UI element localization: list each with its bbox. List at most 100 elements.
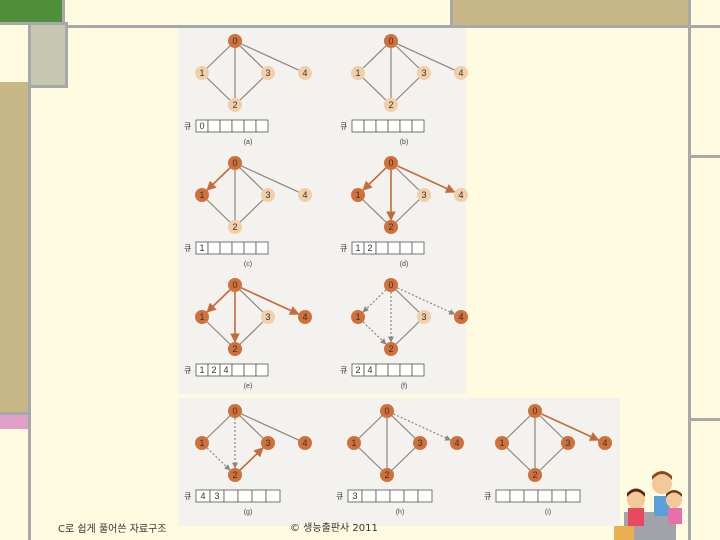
node-label-1: 1	[499, 438, 504, 448]
node-label-1: 1	[355, 68, 360, 78]
edge-0-4	[397, 165, 456, 193]
edge-0-1	[362, 45, 387, 69]
queue-cell	[411, 363, 425, 377]
edge-1-2	[362, 321, 387, 345]
queue-cell	[417, 489, 433, 503]
node-label-0: 0	[384, 406, 389, 416]
queue-cell	[265, 489, 281, 503]
queue-cell	[387, 241, 401, 255]
edge-0-4	[397, 287, 456, 315]
node-label-4: 4	[302, 438, 307, 448]
queue-cell	[231, 241, 245, 255]
edge-0-1	[506, 415, 531, 439]
node-label-3: 3	[421, 190, 426, 200]
node-label-0: 0	[232, 36, 237, 46]
node-label-4: 4	[302, 190, 307, 200]
queue-cell	[411, 241, 425, 255]
edge-0-1	[206, 289, 231, 313]
queue-cell	[495, 489, 511, 503]
queue-value: 1	[355, 243, 360, 253]
queue-cell	[565, 489, 581, 503]
queue-cell	[207, 241, 221, 255]
edge-2-3	[239, 77, 264, 101]
edge-1-2	[206, 321, 231, 345]
queue-value: 1	[199, 243, 204, 253]
queue-label: 큐	[184, 244, 191, 253]
edge-2-3	[395, 321, 420, 345]
edge-0-1	[206, 45, 231, 69]
step-caption: (h)	[396, 509, 405, 516]
queue-value: 0	[199, 121, 204, 131]
node-label-1: 1	[199, 68, 204, 78]
bfs-diagram: 0123 4큐 0(a)0123 4큐(b)0123 4큐 1(c)0123 4큐 1 2(d)…	[184, 34, 612, 516]
step-caption: (e)	[244, 383, 253, 390]
edge-0-1	[358, 415, 383, 439]
queue-cell	[255, 363, 269, 377]
edge-1-2	[362, 77, 387, 101]
step-caption: (i)	[545, 509, 551, 516]
node-label-3: 3	[421, 312, 426, 322]
node-label-4: 4	[458, 68, 463, 78]
queue-label: 큐	[184, 122, 191, 131]
edge-1-2	[206, 77, 231, 101]
queue-cell	[255, 241, 269, 255]
edge-1-2	[358, 447, 383, 471]
queue-cell	[243, 363, 257, 377]
node-label-1: 1	[355, 312, 360, 322]
queue-cell	[399, 241, 413, 255]
edge-0-4	[241, 43, 299, 71]
edge-0-4	[241, 165, 299, 193]
queue-value: 2	[211, 365, 216, 375]
edge-2-3	[239, 447, 264, 471]
bfs-step-8: 0123 4큐 3(h)	[336, 404, 464, 516]
node-label-3: 3	[265, 190, 270, 200]
node-label-1: 1	[351, 438, 356, 448]
node-label-3: 3	[421, 68, 426, 78]
node-label-1: 1	[199, 312, 204, 322]
edge-0-4	[397, 43, 455, 71]
node-label-0: 0	[388, 36, 393, 46]
step-caption: (f)	[401, 383, 408, 390]
edge-2-3	[391, 447, 416, 471]
queue-cell	[411, 119, 425, 133]
node-label-3: 3	[265, 312, 270, 322]
node-label-3: 3	[417, 438, 422, 448]
edge-0-3	[395, 289, 420, 313]
step-caption: (b)	[400, 139, 409, 146]
queue-cell	[237, 489, 253, 503]
edge-0-4	[241, 413, 299, 441]
edge-2-3	[239, 199, 264, 223]
queue-value: 2	[355, 365, 360, 375]
queue-cell	[255, 119, 269, 133]
edge-0-3	[239, 415, 264, 439]
queue-cell	[509, 489, 525, 503]
node-label-4: 4	[458, 312, 463, 322]
step-caption: (d)	[400, 261, 409, 268]
node-label-4: 4	[454, 438, 459, 448]
edge-0-3	[239, 45, 264, 69]
node-label-2: 2	[532, 470, 537, 480]
queue-label: 큐	[484, 492, 491, 501]
bfs-step-4: 0123 4큐 1 2(d)	[340, 156, 468, 268]
queue-cell	[219, 241, 233, 255]
queue-label: 큐	[336, 492, 343, 501]
node-label-0: 0	[232, 406, 237, 416]
queue-cell	[361, 489, 377, 503]
queue-label: 큐	[184, 492, 191, 501]
edge-0-1	[362, 289, 387, 313]
queue-cell	[375, 119, 389, 133]
node-label-0: 0	[388, 280, 393, 290]
edge-2-3	[395, 199, 420, 223]
node-label-2: 2	[388, 344, 393, 354]
node-label-1: 1	[199, 438, 204, 448]
bfs-step-9: 0 1 2 3 4 큐 (i)	[484, 404, 612, 516]
queue-cell	[251, 489, 267, 503]
queue-value: 1	[199, 365, 204, 375]
node-label-4: 4	[302, 68, 307, 78]
edge-0-4	[241, 287, 300, 315]
node-label-0: 0	[232, 280, 237, 290]
node-label-2: 2	[232, 470, 237, 480]
queue-cell	[387, 119, 401, 133]
queue-cell	[243, 119, 257, 133]
queue-label: 큐	[184, 366, 191, 375]
